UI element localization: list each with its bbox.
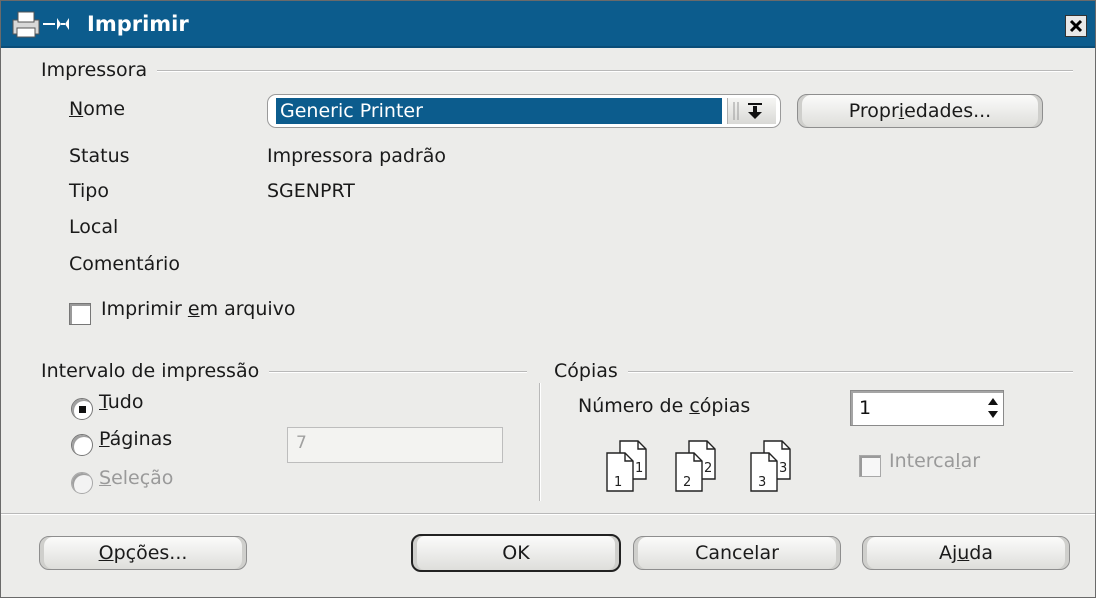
svg-text:1: 1 [635,461,643,476]
radio-selection-label: Seleção [99,467,174,489]
copies-value: 1 [859,397,872,419]
radio-all-label[interactable]: Tudo [99,391,143,413]
collate-set-1-icon: 1 1 [606,440,647,492]
svg-text:2: 2 [704,461,712,476]
radio-pages-label[interactable]: Páginas [99,428,172,450]
copies-spinbox[interactable]: 1 [850,390,1004,426]
help-button[interactable]: Ajuda [862,536,1070,570]
spin-arrows-icon[interactable] [987,397,999,419]
type-value: SGENPRT [267,180,355,202]
title-bar[interactable]: Imprimir [1,1,1095,48]
status-label: Status [69,145,130,167]
collate-set-3-icon: 3 3 [750,440,791,492]
collate-checkbox [859,455,881,477]
status-value: Impressora padrão [267,145,447,167]
radio-pages[interactable] [71,434,93,456]
comment-label: Comentário [69,253,180,275]
svg-text:3: 3 [758,475,766,490]
cancel-button[interactable]: Cancelar [633,536,841,570]
number-of-copies-label: Número de cópias [578,395,751,417]
svg-text:3: 3 [779,461,787,476]
copies-group-title: Cópias [554,360,628,382]
close-icon [1069,19,1083,33]
combo-dropdown-button[interactable] [727,98,776,124]
properties-button[interactable]: Propriedades... [797,94,1043,128]
options-button[interactable]: Opções... [39,536,247,570]
printer-group-rule [41,70,1073,72]
print-dialog: Imprimir Impressora Nome Generic Printer… [0,0,1096,598]
print-to-file-checkbox[interactable] [69,303,91,325]
name-label: Nome [69,98,126,120]
print-to-file-label[interactable]: Imprimir em arquivo [101,298,296,320]
ok-button[interactable]: OK [411,534,621,572]
collate-label: Intercalar [889,450,981,472]
location-label: Local [69,216,119,238]
button-row-separator [1,513,1095,515]
range-group-title: Intervalo de impressão [41,360,270,382]
svg-text:1: 1 [614,475,622,490]
collate-pages-icon: 1 1 2 2 3 3 [606,440,791,492]
close-button[interactable] [1065,15,1087,37]
printer-app-icon [12,11,69,38]
type-label: Tipo [69,180,109,202]
printer-group-title: Impressora [41,59,158,81]
radio-all[interactable] [71,398,93,420]
printer-name-combobox[interactable]: Generic Printer [267,94,781,128]
pages-input[interactable]: 7 [287,427,503,463]
printer-name-value: Generic Printer [276,98,722,124]
radio-selection [71,472,93,494]
group-separator [539,383,541,501]
window-title: Imprimir [87,12,189,36]
chevron-down-icon [733,102,762,120]
collate-set-2-icon: 2 2 [675,440,716,492]
copies-group-rule [554,371,1073,373]
svg-text:2: 2 [683,475,691,490]
